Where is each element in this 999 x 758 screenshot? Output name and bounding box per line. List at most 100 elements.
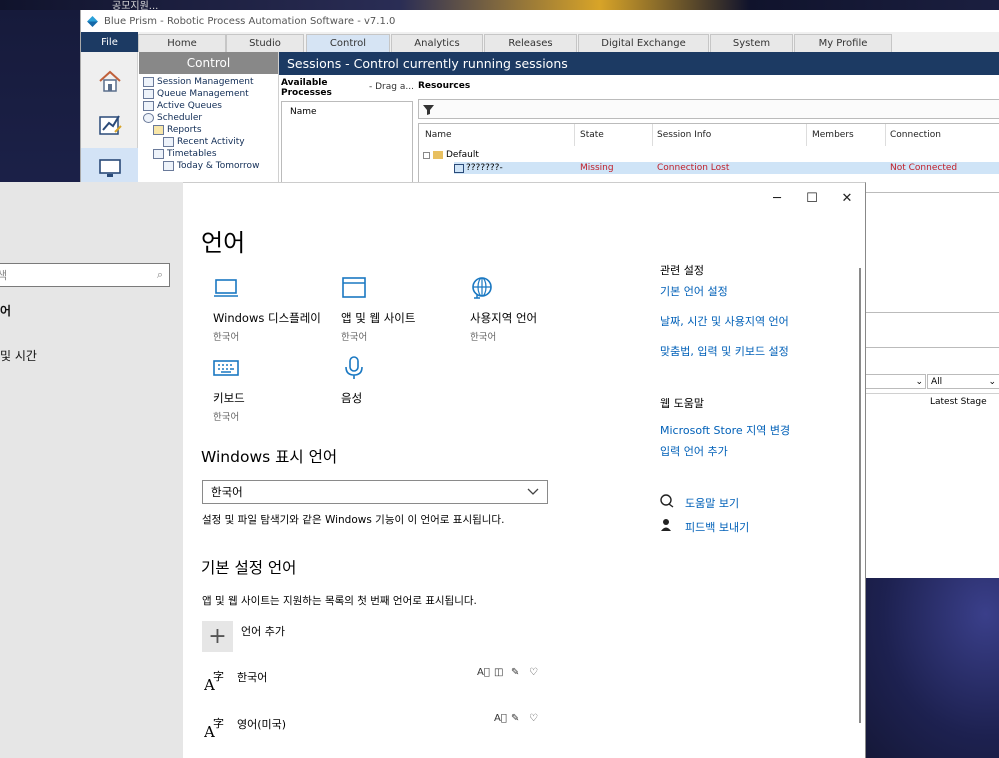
display-language-dropdown[interactable]: 한국어 [202,480,548,504]
svg-text:字: 字 [213,669,224,683]
col-connection[interactable]: Connection [890,130,941,140]
tile-windows-display[interactable]: Windows 디스플레이 한국어 [213,275,343,343]
active-queue-icon [143,101,154,111]
report-icon [163,137,174,147]
tree-item-recent-activity[interactable]: Recent Activity [163,137,245,147]
preferred-languages-heading: 기본 설정 언어 [201,559,297,577]
link-spelling-typing-keyboard[interactable]: 맞춤법, 입력 및 키보드 설정 [660,343,789,359]
nav-item-language[interactable]: 어 [0,302,11,319]
feedback-icon [661,519,671,531]
filter-icon[interactable] [423,104,434,115]
tile-speech[interactable]: 음성 [341,355,471,409]
col-state[interactable]: State [580,130,604,140]
resources-label: Resources [418,81,471,91]
tree-item-timetables[interactable]: Timetables [153,149,217,159]
settings-nav-pane: 색 ⌕ 어 및 시간 [0,182,183,758]
tab-my-profile[interactable]: My Profile [794,34,892,52]
divider [864,312,999,313]
link-add-input-language[interactable]: 입력 언어 추가 [660,443,728,459]
give-feedback-link[interactable]: 피드백 보내기 [685,519,749,535]
related-settings-heading: 관련 설정 [660,264,704,277]
scrollbar[interactable] [859,268,861,723]
clock-icon [143,113,154,123]
latest-stage-column[interactable]: Latest Stage [930,397,987,407]
tile-keyboard[interactable]: 키보드 한국어 [213,355,343,423]
home-icon[interactable] [81,58,138,104]
filter-all-dropdown[interactable]: All ⌄ [927,374,999,389]
queue-icon [143,89,154,99]
tree-item-queue-management[interactable]: Queue Management [143,89,249,99]
tts-cap-icon: ◫ [494,667,504,678]
column-divider [652,124,653,146]
minimize-button[interactable]: ─ [759,187,795,209]
web-help-heading: 웹 도움말 [660,397,704,410]
column-divider [574,124,575,146]
blueprism-titlebar[interactable]: Blue Prism - Robotic Process Automation … [81,10,999,32]
tab-releases[interactable]: Releases [484,34,577,52]
microphone-icon [345,356,363,379]
column-divider [806,124,807,146]
tab-studio[interactable]: Studio [226,34,304,52]
divider [864,393,999,394]
resource-state: Missing [580,163,614,173]
blueprism-logo-icon [87,15,98,27]
tree-item-session-management[interactable]: Session Management [143,77,254,87]
session-icon [143,77,154,87]
nav-item-date-time[interactable]: 및 시간 [0,347,37,364]
svg-text:字: 字 [213,716,224,730]
tab-digital-exchange[interactable]: Digital Exchange [578,34,709,52]
tab-control[interactable]: Control [306,34,390,52]
desktop-wallpaper-corner [865,578,999,758]
tree-item-reports[interactable]: Reports [153,125,202,135]
blueprism-menu-bar: File Home Studio Control Analytics Relea… [81,32,999,52]
tile-apps-websites[interactable]: 앱 및 웹 사이트 한국어 [341,275,471,343]
add-language-button[interactable]: + [202,621,233,652]
blueprism-title: Blue Prism - Robotic Process Automation … [104,15,396,27]
studio-icon[interactable] [81,102,138,148]
tree-item-scheduler[interactable]: Scheduler [143,113,202,123]
display-language-cap-icon: A᪲ [494,713,507,724]
resource-connection: Not Connected [890,163,958,173]
col-session-info[interactable]: Session Info [657,130,711,140]
display-language-cap-icon: A᪲ [477,667,490,678]
collapse-icon[interactable] [423,151,430,159]
window-icon [342,277,366,298]
language-icon: A字 [204,669,224,692]
tab-analytics[interactable]: Analytics [391,34,483,52]
folder-icon [433,151,443,159]
tile-regional-format[interactable]: 사용지역 언어 한국어 [470,275,600,343]
tab-home[interactable]: Home [138,34,226,52]
tree-item-active-queues[interactable]: Active Queues [143,101,222,111]
tab-system[interactable]: System [710,34,793,52]
filter-dropdown[interactable]: ⌄ [864,374,926,389]
col-members[interactable]: Members [812,130,854,140]
handwriting-cap-icon: ✎ [511,667,520,678]
resource-row[interactable]: ???????- Missing Connection Lost Not Con… [454,162,999,174]
tree-item-today-tomorrow[interactable]: Today & Tomorrow [163,161,259,171]
processes-name-column[interactable]: Name [290,107,317,117]
display-language-hint: 설정 및 파일 탐색기와 같은 Windows 기능이 이 언어로 표시됩니다. [202,514,505,526]
link-store-region[interactable]: Microsoft Store 지역 변경 [660,422,790,438]
search-icon[interactable]: ⌕ [157,268,163,282]
col-name[interactable]: Name [425,130,452,140]
chevron-down-icon: ⌄ [915,376,923,387]
resource-session-info: Connection Lost [657,163,730,173]
resource-group-row[interactable]: Default [423,150,479,160]
resources-filter-bar[interactable] [418,99,999,119]
maximize-button[interactable]: ☐ [794,187,830,209]
link-admin-language[interactable]: 기본 언어 설정 [660,283,728,299]
sessions-header: Sessions - Control currently running ses… [279,52,999,75]
speech-cap-icon: ♡ [529,713,538,724]
handwriting-cap-icon: ✎ [511,713,520,724]
close-button[interactable]: ✕ [829,187,865,209]
link-date-time-region[interactable]: 날짜, 시간 및 사용지역 언어 [660,313,789,329]
settings-search-input[interactable]: 색 ⌕ [0,263,170,287]
language-icon: A字 [204,716,224,739]
file-menu-button[interactable]: File [81,32,138,52]
report-folder-icon [153,125,164,135]
add-language-label[interactable]: 언어 추가 [241,623,285,639]
language-item-english-us[interactable]: 영어(미국) [237,716,286,732]
processes-list[interactable]: Name [281,101,413,191]
language-item-korean[interactable]: 한국어 [237,669,267,685]
get-help-link[interactable]: 도움말 보기 [685,495,739,511]
